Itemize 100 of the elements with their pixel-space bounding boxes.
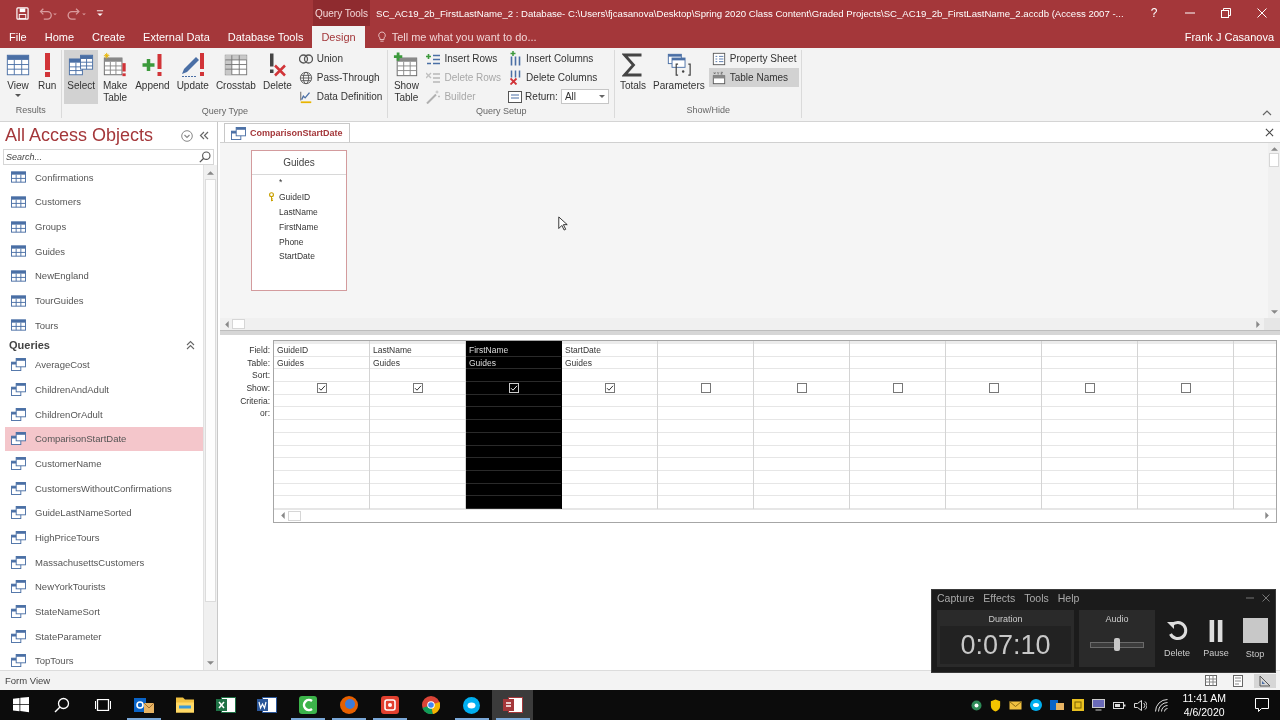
menu-item[interactable]: Tools	[1024, 592, 1049, 604]
field-item[interactable]: StartDate	[266, 249, 315, 264]
wifi-icon[interactable]	[1155, 698, 1169, 712]
field-item[interactable]: FirstName	[266, 219, 319, 235]
grid-column[interactable]: LastName Guides	[370, 341, 466, 509]
ribbon-button[interactable]: Update	[173, 50, 212, 104]
scrollbar[interactable]	[1268, 143, 1280, 318]
nav-item[interactable]: Customers	[5, 189, 203, 215]
nav-item[interactable]: Guides	[5, 238, 203, 264]
app-tile-icon[interactable]	[1072, 699, 1085, 711]
arrow-left-icon[interactable]	[280, 512, 285, 520]
grid-cell[interactable]: Guides	[466, 356, 561, 370]
menu-item[interactable]: Capture	[937, 592, 975, 604]
ribbon-button[interactable]: Table Names	[708, 68, 800, 87]
grid-cell[interactable]: FirstName	[466, 344, 561, 357]
ribbon-tab[interactable]: Database Tools	[218, 26, 313, 48]
nav-item[interactable]: CustomersWithoutConfirmations	[5, 475, 203, 501]
ribbon-button[interactable]: Crosstab	[212, 50, 259, 104]
scrollbar-thumb[interactable]	[1269, 153, 1279, 167]
grid-column[interactable]: FirstName Guides	[466, 341, 562, 509]
shield-icon[interactable]	[990, 698, 1002, 712]
taskbar-button[interactable]	[492, 690, 533, 720]
ribbon-button[interactable]: Run	[35, 50, 60, 104]
ribbon-button[interactable]: Append	[132, 50, 173, 104]
show-checkbox[interactable]	[796, 382, 807, 393]
double-chevron-left-icon[interactable]	[199, 131, 209, 140]
ribbon-button[interactable]: Property Sheet	[708, 49, 800, 68]
nav-item[interactable]: ComparisonStartDate	[5, 426, 203, 452]
ribbon-tab[interactable]: File	[0, 26, 36, 48]
chevron-circle-icon[interactable]	[181, 129, 193, 142]
ribbon-button[interactable]: Insert Rows	[423, 49, 505, 68]
ribbon-button[interactable]: Show Table	[390, 50, 423, 104]
ribbon-button[interactable]: Parameters	[650, 50, 708, 104]
tell-me-field[interactable]: Tell me what you want to do...	[391, 29, 550, 45]
scrollbar[interactable]	[203, 165, 217, 670]
grid-cell[interactable]: Guides	[562, 356, 657, 370]
ribbon-button[interactable]: Totals	[616, 50, 650, 104]
grid-cell[interactable]: Guides	[370, 356, 465, 370]
grid-column[interactable]: GuideID Guides	[274, 341, 370, 509]
recorder-button[interactable]: Stop	[1238, 610, 1272, 667]
app-icon[interactable]	[971, 699, 983, 711]
field-item[interactable]: GuideID	[266, 189, 311, 205]
nav-item[interactable]: NewEngland	[5, 263, 203, 289]
field-list[interactable]: Guides * GuideID LastName FirstName Phone StartDate	[251, 150, 347, 291]
arrow-up-icon[interactable]	[1270, 146, 1278, 151]
ribbon-tab[interactable]: Create	[83, 26, 135, 48]
arrow-down-icon[interactable]	[1270, 310, 1278, 315]
ribbon-button[interactable]: View	[2, 50, 34, 104]
slider-thumb[interactable]	[1114, 638, 1120, 651]
nav-item[interactable]: NewYorkTourists	[5, 574, 203, 600]
nav-item[interactable]: CustomerName	[5, 451, 203, 476]
scrollbar-thumb[interactable]	[288, 510, 301, 521]
help-button[interactable]: ?	[1136, 0, 1172, 26]
ribbon-tab[interactable]: Design	[312, 26, 365, 48]
ribbon-button[interactable]: Pass-Through	[295, 68, 386, 87]
speech-bubble-icon[interactable]	[1254, 697, 1270, 713]
ribbon-button[interactable]: Delete Columns	[505, 68, 612, 87]
nav-item[interactable]: StateParameter	[5, 623, 203, 649]
mail-app-icon[interactable]	[1050, 700, 1065, 710]
field-item[interactable]: *	[266, 175, 283, 190]
nav-item[interactable]: Confirmations	[5, 165, 203, 190]
show-checkbox[interactable]	[1180, 382, 1191, 393]
ribbon-button[interactable]: Union	[295, 49, 386, 68]
grid-column[interactable]: StartDate Guides	[562, 341, 658, 509]
nav-item[interactable]: StateNameSort	[5, 599, 203, 624]
recorder-button[interactable]: Pause	[1199, 610, 1233, 667]
arrow-right-icon[interactable]	[1265, 512, 1270, 520]
show-checkbox[interactable]	[604, 382, 615, 393]
search-field[interactable]: Search...	[3, 149, 214, 165]
nav-item[interactable]: Tours	[5, 312, 203, 338]
monitor-icon[interactable]	[1092, 699, 1106, 711]
nav-item[interactable]: Groups	[5, 214, 203, 239]
ribbon-button[interactable]: Insert Columns	[505, 49, 612, 68]
show-checkbox[interactable]	[988, 382, 999, 393]
nav-item[interactable]: ChildrenOrAdult	[5, 401, 203, 427]
caret-up-icon[interactable]	[1262, 109, 1272, 116]
ribbon-button[interactable]: Make Table	[99, 50, 132, 104]
show-checkbox[interactable]	[412, 382, 423, 393]
close-icon[interactable]	[1262, 594, 1270, 602]
show-checkbox[interactable]	[508, 382, 519, 393]
clock-date[interactable]: 4/6/2020	[1183, 705, 1225, 719]
menu-item[interactable]: Effects	[983, 592, 1016, 604]
arrow-down-icon[interactable]	[207, 661, 214, 666]
chat-app-icon[interactable]	[1030, 699, 1043, 711]
show-checkbox[interactable]	[316, 382, 327, 393]
grid-cell[interactable]: Guides	[274, 356, 369, 370]
return-dropdown[interactable]: All	[560, 89, 609, 104]
ribbon-button[interactable]: Data Definition	[295, 87, 386, 106]
nav-item[interactable]: HighPriceTours	[5, 525, 203, 550]
nav-item[interactable]: TourGuides	[5, 288, 203, 313]
battery-icon[interactable]	[1113, 701, 1127, 709]
undo-icon[interactable]	[38, 6, 58, 20]
envelope-icon[interactable]	[1009, 700, 1023, 710]
field-item[interactable]: LastName	[266, 204, 318, 220]
nav-item[interactable]: ChildrenAndAdult	[5, 377, 203, 402]
redo-icon[interactable]	[67, 6, 87, 20]
speaker-icon[interactable]	[1134, 699, 1148, 711]
nav-item[interactable]: TopTours	[5, 648, 203, 670]
field-item[interactable]: Phone	[266, 234, 304, 249]
clock-time[interactable]: 11:41 AM	[1182, 691, 1226, 705]
